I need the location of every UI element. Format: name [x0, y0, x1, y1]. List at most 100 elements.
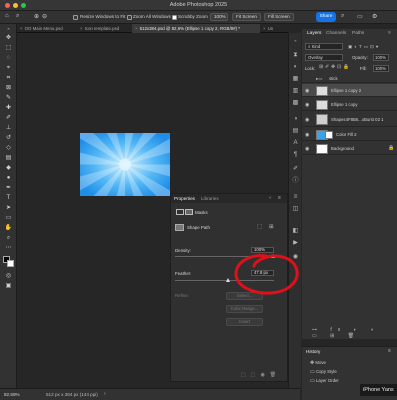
info-panel-icon[interactable]: ⓘ — [291, 177, 300, 185]
tab-layers[interactable]: Layers — [307, 31, 321, 36]
collapse-icon[interactable]: « — [269, 195, 272, 200]
zoom-in-icon[interactable]: ⊕ — [34, 13, 39, 20]
resize-windows-checkbox[interactable] — [73, 15, 78, 20]
pen-tool-icon[interactable]: ✒ — [4, 184, 13, 192]
close-tab-icon[interactable]: × — [20, 26, 23, 31]
filter-icons[interactable]: ▣◐T▭⊡● — [348, 44, 380, 50]
tab-properties[interactable]: Properties — [174, 196, 195, 201]
tab-icon-template[interactable]: × Icon template.psd — [77, 24, 132, 33]
zoom-out-icon[interactable]: ⊖ — [42, 13, 47, 20]
frame-tool-icon[interactable]: ⊠ — [4, 84, 13, 92]
layer-row-ellipse-copy[interactable]: ◉ Ellipse 1 copy — [302, 98, 397, 111]
gradient-tool-icon[interactable]: ▤ — [4, 154, 13, 162]
gradients-panel-icon[interactable]: ▥ — [291, 87, 300, 95]
clone-stamp-icon[interactable]: ⊥ — [4, 124, 13, 132]
document-size[interactable]: 512 px x 384 px (144 ppi) — [46, 392, 98, 397]
pixel-mask-icon[interactable] — [176, 209, 184, 215]
actions-panel-icon[interactable]: ▶ — [291, 239, 300, 247]
fill-screen-button[interactable]: Fill Screen — [264, 13, 294, 21]
layer-row-shapes-burst[interactable]: ◉ Shapes4F8B6...xBurst 02 1 — [302, 112, 397, 127]
fill-input[interactable]: 100% — [373, 65, 389, 72]
layer-row-color-fill[interactable]: ◉ Color Fill 2 — [302, 128, 397, 141]
color-panel-icon[interactable]: ◐ — [291, 63, 300, 71]
share-button[interactable]: Share — [316, 12, 336, 22]
blur-tool-icon[interactable]: ◆ — [4, 164, 13, 172]
zoom-tool-side-icon[interactable]: ⌕ — [4, 234, 13, 242]
vector-mask-icon[interactable] — [185, 209, 193, 215]
eraser-tool-icon[interactable]: ◇ — [4, 144, 13, 152]
healing-brush-icon[interactable]: ✚ — [4, 104, 13, 112]
history-item[interactable]: ▭ Copy Style — [302, 368, 397, 376]
quick-mask-icon[interactable]: ◎ — [4, 272, 13, 280]
tab-512x384[interactable]: × 512x384.psd @ 82,6% (Ellipse 1 copy 2, … — [132, 24, 260, 33]
layers-panel-icon[interactable]: ◧ — [291, 227, 300, 235]
paragraph-panel-icon[interactable]: ¶ — [291, 151, 300, 159]
panel-menu-icon[interactable]: ≡ — [388, 31, 391, 36]
invert-button[interactable]: Invert — [226, 318, 263, 326]
tab-channels[interactable]: Channels — [326, 31, 346, 36]
visibility-eye-icon[interactable]: ◉ — [305, 102, 309, 108]
fit-screen-button[interactable]: Fit Screen — [232, 13, 261, 21]
document-canvas[interactable] — [80, 133, 170, 196]
properties-footer-icons[interactable]: ⬚⬚◉🗑 — [241, 372, 281, 378]
zoom-all-checkbox[interactable] — [127, 15, 132, 20]
visibility-eye-icon[interactable]: ◉ — [305, 146, 309, 152]
tab-untitled[interactable]: × Un — [260, 24, 288, 33]
layers-footer-icons[interactable]: ⊶ fx ◐ ◑ ▭ ⊞ 🗑 — [312, 327, 397, 339]
close-tab-icon[interactable]: × — [263, 26, 266, 31]
screen-mode-icon[interactable]: ▣ — [4, 282, 13, 290]
shape-tool-icon[interactable]: ▭ — [4, 214, 13, 222]
opacity-input[interactable]: 100% — [373, 54, 389, 61]
brushes-panel-icon[interactable]: ✐ — [291, 165, 300, 173]
channels-panel-icon[interactable]: ◫ — [291, 205, 300, 213]
layer-row-ellipse-copy-2[interactable]: ◉ Ellipse 1 copy 2 — [302, 84, 397, 97]
history-item[interactable]: ✥ Move — [302, 359, 397, 367]
visibility-eye-icon[interactable]: ◉ — [305, 132, 309, 138]
layer-row-background[interactable]: ◉ Background 🔒 — [302, 142, 397, 155]
home-icon[interactable]: ⌂ — [5, 13, 9, 19]
color-range-button[interactable]: Color Range... — [226, 305, 263, 313]
dodge-tool-icon[interactable]: ● — [4, 174, 13, 182]
properties-panel-icon[interactable]: ≡ — [291, 193, 300, 201]
swatches-panel-icon[interactable]: ▦ — [291, 75, 300, 83]
background-color-swatch[interactable] — [7, 260, 14, 267]
zoom-level[interactable]: 82.59% — [4, 392, 20, 397]
lock-icons[interactable]: ⊞✐✥⊡🔒 — [319, 65, 351, 70]
eyedropper-icon[interactable]: ✎ — [4, 94, 13, 102]
search-icon[interactable]: ⌕ — [341, 13, 344, 20]
workspace-icon[interactable]: ▭ — [357, 13, 363, 20]
glyphs-panel-icon[interactable]: A — [291, 139, 300, 147]
collapse-icon[interactable]: » — [4, 25, 13, 33]
lasso-tool-icon[interactable]: ◌ — [4, 54, 13, 62]
brush-tool-icon[interactable]: ✐ — [4, 114, 13, 122]
panel-menu-icon[interactable]: ≡ — [388, 348, 391, 354]
visibility-eye-icon[interactable]: ◉ — [305, 117, 309, 123]
zoom-tool-icon[interactable]: ⌕ — [16, 13, 19, 20]
tab-libraries[interactable]: Libraries — [201, 196, 219, 201]
settings-icon[interactable]: ⚙ — [372, 13, 377, 20]
move-tool-icon[interactable]: ✥ — [4, 34, 13, 42]
close-tab-icon[interactable]: × — [80, 26, 83, 31]
tab-paths[interactable]: Paths — [352, 31, 364, 36]
visibility-eye-icon[interactable]: ◉ — [305, 88, 309, 94]
adjustments-panel-icon[interactable]: ◑ — [291, 115, 300, 123]
path-select-icon[interactable]: ➤ — [4, 204, 13, 212]
apply-mask-icon[interactable]: ⊞ — [269, 224, 274, 230]
history-brush-icon[interactable]: ↺ — [4, 134, 13, 142]
status-menu-icon[interactable]: › — [104, 391, 106, 397]
tab-oo-main-menu[interactable]: × OO Main Menu.psd — [17, 24, 77, 33]
crop-tool-icon[interactable]: ⌗ — [4, 74, 13, 82]
filter-kind-select[interactable]: ⌕ Kind — [305, 43, 343, 50]
layer-row-stick[interactable]: ▸▭ stick — [302, 75, 397, 83]
more-tools-icon[interactable]: ⋯ — [4, 244, 13, 252]
history-panel-icon[interactable]: ⧗ — [291, 51, 300, 59]
patterns-panel-icon[interactable]: ▩ — [291, 99, 300, 107]
blend-mode-select[interactable]: Overlay — [305, 54, 343, 61]
zoom-100-button[interactable]: 100% — [210, 13, 228, 21]
panel-menu-icon[interactable]: ≡ — [278, 195, 281, 201]
hand-tool-icon[interactable]: ✋ — [4, 224, 13, 232]
type-tool-icon[interactable]: T — [4, 194, 13, 202]
scrubby-zoom-checkbox[interactable] — [172, 15, 177, 20]
marquee-tool-icon[interactable]: ⬚ — [4, 44, 13, 52]
object-select-icon[interactable]: ⌖ — [4, 64, 13, 72]
